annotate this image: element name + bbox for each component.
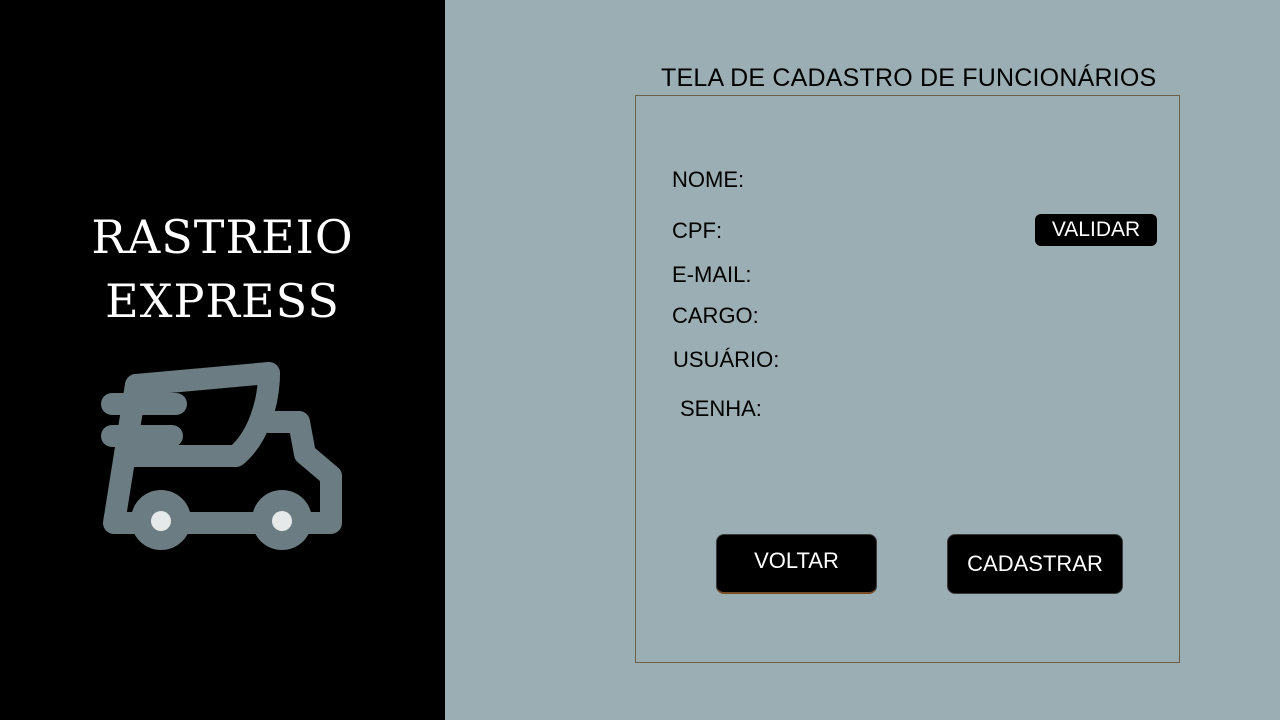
sidebar: RASTREIO EXPRESS [0, 0, 445, 720]
cargo-label: CARGO: [672, 303, 759, 328]
back-button[interactable]: VOLTAR [716, 534, 877, 594]
email-label: E-MAIL: [672, 262, 752, 287]
usuario-label: USUÁRIO: [673, 347, 780, 372]
delivery-truck-icon [101, 362, 342, 550]
page-title: TELA DE CADASTRO DE FUNCIONÁRIOS [661, 64, 1157, 92]
senha-label: SENHA: [680, 396, 762, 421]
cpf-label: CPF: [672, 218, 723, 243]
validate-cpf-button[interactable]: VALIDAR [1035, 214, 1157, 246]
nome-label: NOME: [672, 167, 745, 192]
register-button[interactable]: CADASTRAR [947, 534, 1123, 594]
brand-title-line2: EXPRESS [105, 274, 340, 328]
brand-title-line1: RASTREIO [91, 210, 354, 264]
